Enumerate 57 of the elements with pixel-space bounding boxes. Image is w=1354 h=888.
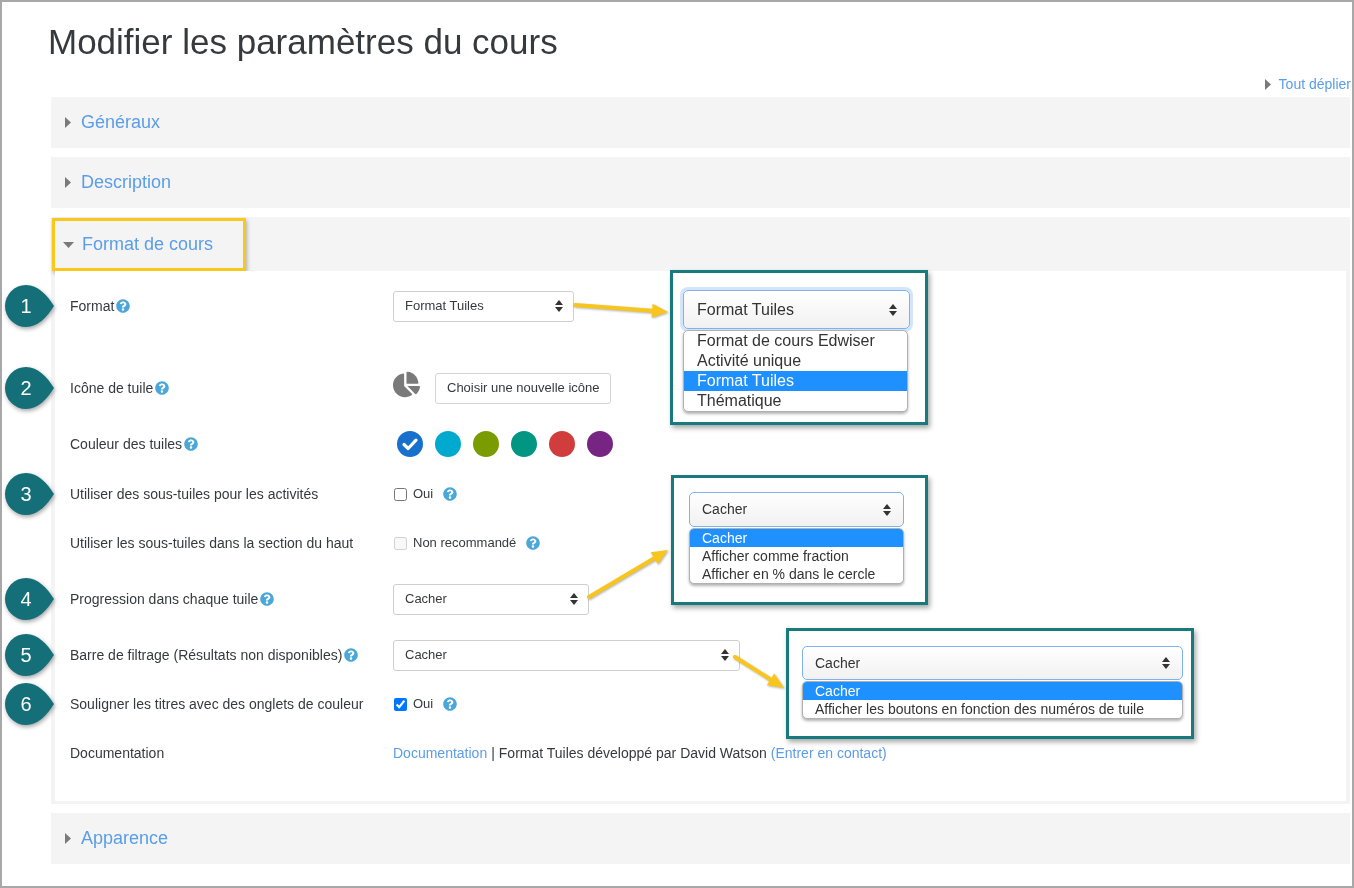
checkbox[interactable] xyxy=(394,697,407,711)
color-swatch-icon[interactable] xyxy=(397,431,423,457)
help-icon[interactable] xyxy=(443,487,458,501)
color-swatch-icon[interactable] xyxy=(473,431,499,457)
checkbox-label[interactable]: Oui xyxy=(413,694,434,714)
checkbox[interactable] xyxy=(394,487,407,501)
select-field[interactable]: Cacher xyxy=(393,583,589,615)
field-label: Utiliser des sous-tuiles pour les activités xyxy=(70,484,319,504)
color-swatch-icon[interactable] xyxy=(549,431,575,457)
updown-caret-icon xyxy=(555,300,563,312)
step-badge: 6 xyxy=(5,683,55,725)
updown-caret-icon xyxy=(721,649,729,661)
field-label: Icône de tuile xyxy=(70,378,154,398)
field-label: Progression dans chaque tuile xyxy=(70,589,259,609)
dropdown-option[interactable]: Thématique xyxy=(684,391,907,411)
dropdown-option[interactable]: Format de cours Edwiser xyxy=(684,331,907,351)
field-label: Utiliser les sous-tuiles dans la section du haut xyxy=(70,533,354,553)
checkbox-label[interactable]: Oui xyxy=(413,484,434,504)
choose-icon-button[interactable]: Choisir une nouvelle icône xyxy=(435,372,612,404)
select-field[interactable]: Format Tuiles xyxy=(393,290,574,322)
help-icon[interactable] xyxy=(443,697,458,711)
select-field[interactable]: Cacher xyxy=(802,646,1183,680)
select-field[interactable]: Cacher xyxy=(689,492,904,527)
color-swatch-icon[interactable] xyxy=(435,431,461,457)
dropdown-option[interactable]: Afficher les boutons en fonction des numéros de tuile xyxy=(803,700,1182,718)
dropdown-option[interactable]: Afficher en % dans le cercle xyxy=(690,565,903,583)
updown-caret-icon xyxy=(570,593,578,605)
help-icon[interactable] xyxy=(155,381,170,395)
caret-right-icon xyxy=(1264,78,1271,90)
help-icon[interactable] xyxy=(184,437,199,451)
step-badge: 5 xyxy=(5,634,55,676)
select-field[interactable]: Cacher xyxy=(393,639,740,671)
field-label: Souligner les titres avec des onglets de couleur xyxy=(70,694,364,714)
page-title: Modifier les paramètres du cours xyxy=(48,22,558,62)
field-label: Documentation xyxy=(70,743,165,763)
step-badge: 4 xyxy=(5,578,55,620)
help-icon[interactable] xyxy=(344,648,359,662)
updown-caret-icon xyxy=(883,503,891,516)
step-badge: 1 xyxy=(5,285,55,327)
updown-caret-icon xyxy=(1162,657,1170,669)
step-badge: 3 xyxy=(5,473,55,515)
separator-text: | xyxy=(491,743,495,763)
field-label: Couleur des tuiles xyxy=(70,434,183,454)
pointer-arrow xyxy=(733,655,784,688)
select-field[interactable]: Format Tuiles xyxy=(683,290,910,329)
credit-text: Format Tuiles développé par David Watson xyxy=(498,743,767,763)
dropdown-option[interactable]: Afficher comme fraction xyxy=(690,547,903,565)
color-swatch-icon[interactable] xyxy=(587,431,613,457)
field-label: Format xyxy=(70,296,115,316)
field-label: Barre de filtrage (Résultats non disponibles) xyxy=(70,645,343,665)
dropdown-option[interactable]: Activité unique xyxy=(684,351,907,371)
step-badge: 2 xyxy=(5,367,55,409)
help-icon[interactable] xyxy=(260,592,275,606)
color-swatch-icon[interactable] xyxy=(511,431,537,457)
help-icon[interactable] xyxy=(116,299,131,313)
updown-caret-icon xyxy=(889,303,897,316)
pie-chart-icon xyxy=(393,370,420,398)
